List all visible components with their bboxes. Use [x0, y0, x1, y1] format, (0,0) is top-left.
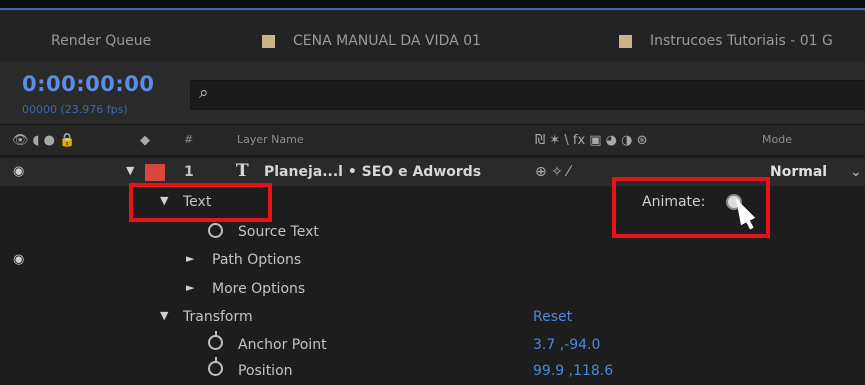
- stopwatch-icon[interactable]: [208, 357, 223, 376]
- tab-label: CENA MANUAL DA VIDA 01: [293, 33, 481, 49]
- highlight-box-text: [129, 183, 272, 222]
- av-features-icons[interactable]: 👁 ◖ ● 🔒: [12, 133, 75, 148]
- anchor-point-value[interactable]: 3.7 ,-94.0: [533, 337, 600, 353]
- stopwatch-icon[interactable]: [208, 223, 223, 238]
- position-value[interactable]: 99.9 ,118.6: [533, 363, 613, 379]
- more-options-label: More Options: [212, 281, 306, 297]
- tab-label: Instrucoes Tutoriais - 01 G: [650, 33, 833, 49]
- mode-column[interactable]: Mode: [762, 133, 792, 146]
- collapsed-triangle-icon[interactable]: ►: [186, 281, 194, 294]
- search-icon: ⌕: [199, 83, 209, 103]
- more-options-row[interactable]: ► More Options: [0, 275, 865, 303]
- transform-reset-link[interactable]: Reset: [533, 309, 572, 325]
- source-text-label: Source Text: [238, 224, 319, 240]
- expand-triangle-icon[interactable]: ▼: [126, 164, 134, 177]
- hash-column: #: [184, 133, 194, 146]
- stopwatch-icon[interactable]: [208, 331, 223, 350]
- path-options-row[interactable]: ◉ ► Path Options: [0, 246, 865, 274]
- composition-swatch-icon: [619, 34, 632, 48]
- top-band: [0, 0, 865, 10]
- mode-dropdown[interactable]: Normal: [770, 164, 827, 180]
- layer-number: 1: [184, 164, 194, 180]
- expand-triangle-icon[interactable]: ▼: [160, 309, 168, 322]
- composition-swatch-icon: [262, 34, 275, 48]
- layer-search-input[interactable]: ⌕: [190, 80, 865, 110]
- current-time-display[interactable]: 0:00:00:00: [22, 72, 154, 96]
- frame-rate-display: 00000 (23.976 fps): [22, 103, 128, 116]
- eye-icon[interactable]: ◉: [13, 252, 24, 267]
- switches-column-icons: ₪ ✶ \ fx ▣ ◕ ◑ ⊛: [535, 133, 648, 148]
- text-layer-icon: T: [236, 161, 249, 181]
- layer-switches[interactable]: ⊕ ✧ ⁄: [535, 164, 570, 180]
- layer-label-color[interactable]: [145, 164, 165, 181]
- transform-row[interactable]: ▼ Transform Reset: [0, 303, 865, 331]
- anchor-point-label: Anchor Point: [238, 337, 327, 353]
- column-header: 👁 ◖ ● 🔒 ◆ # Layer Name ₪ ✶ \ fx ▣ ◕ ◑ ⊛ …: [0, 124, 865, 156]
- label-tag-icon[interactable]: ◆: [140, 133, 150, 148]
- tab-label: Render Queue: [51, 33, 152, 49]
- transform-label: Transform: [183, 309, 253, 325]
- position-row[interactable]: Position 99.9 ,118.6: [0, 357, 865, 385]
- eye-icon[interactable]: ◉: [13, 164, 24, 179]
- position-label: Position: [238, 363, 293, 379]
- layer-name-column[interactable]: Layer Name: [237, 133, 304, 146]
- collapsed-triangle-icon[interactable]: ►: [186, 252, 194, 265]
- timeline-header: 0:00:00:00 00000 (23.976 fps) ⌕: [0, 62, 865, 124]
- anchor-point-row[interactable]: Anchor Point 3.7 ,-94.0: [0, 331, 865, 359]
- chevron-down-icon[interactable]: ⌄: [850, 164, 862, 180]
- layer-name[interactable]: Planeja...l • SEO e Adwords: [264, 164, 481, 180]
- path-options-label: Path Options: [212, 252, 302, 268]
